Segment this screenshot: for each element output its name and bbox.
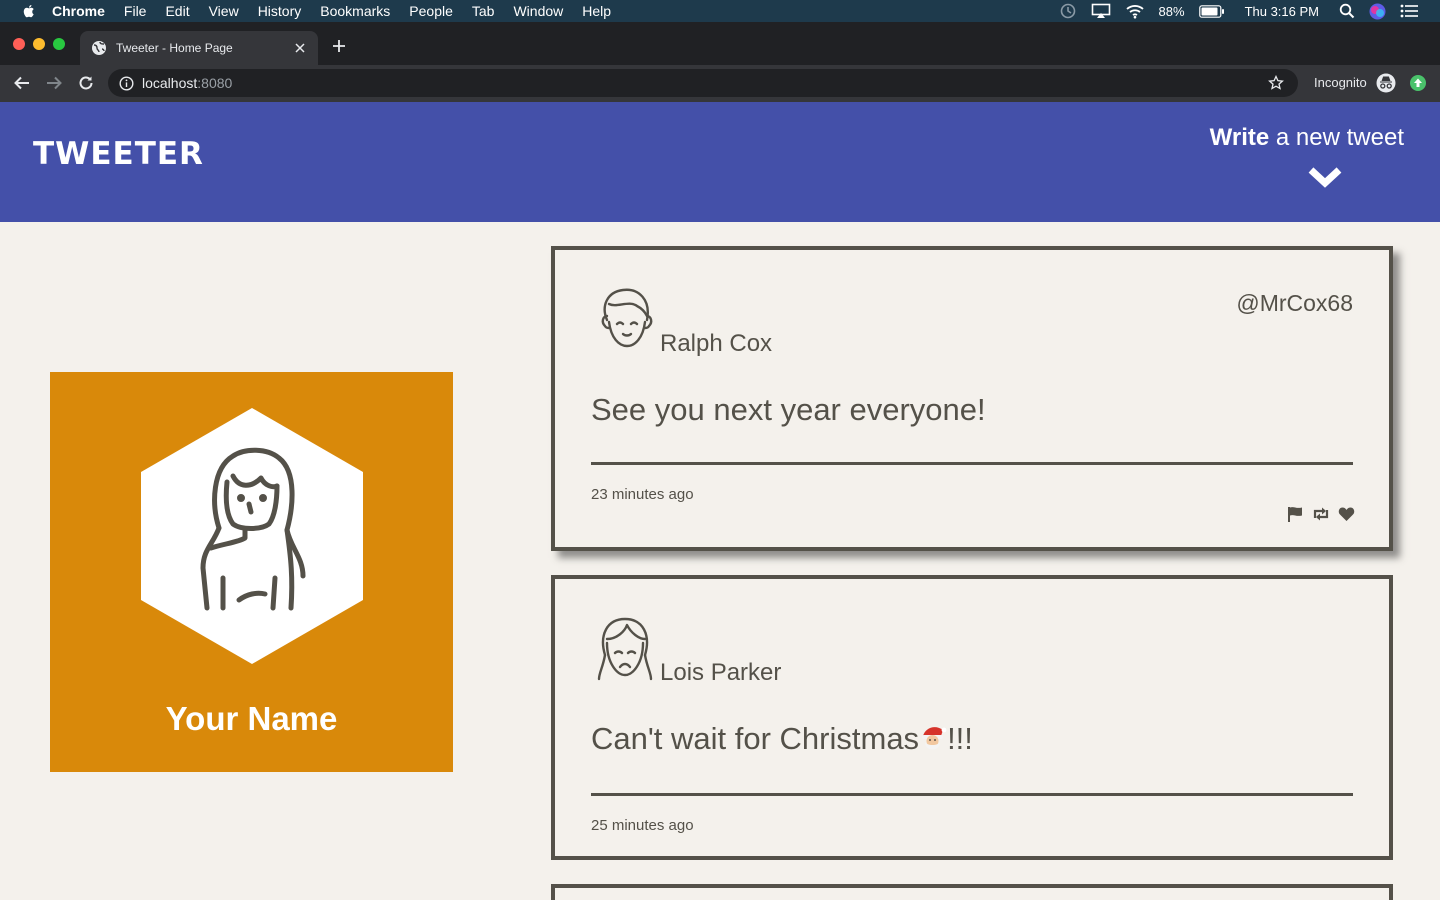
tweet-user-name: Lois Parker xyxy=(660,659,782,686)
retweet-icon[interactable] xyxy=(1311,506,1331,522)
tab-tweeter-home[interactable]: Tweeter - Home Page xyxy=(80,31,318,65)
tweet-user-handle: @MrCox68 xyxy=(1236,290,1353,316)
spotlight-search-icon[interactable] xyxy=(1339,3,1355,19)
tweet-user-name: Ralph Cox xyxy=(660,330,773,357)
menu-window[interactable]: Window xyxy=(513,3,563,19)
menu-history[interactable]: History xyxy=(258,3,302,19)
incognito-label[interactable]: Incognito xyxy=(1314,75,1367,90)
menu-tab[interactable]: Tab xyxy=(472,3,495,19)
notification-center-icon[interactable] xyxy=(1400,4,1418,18)
tweet-actions xyxy=(1280,506,1355,522)
tweet-divider xyxy=(591,793,1353,796)
airplay-icon[interactable] xyxy=(1091,3,1111,19)
battery-percent: 88% xyxy=(1158,3,1185,19)
bookmark-star-icon[interactable] xyxy=(1268,75,1284,91)
incognito-icon[interactable] xyxy=(1376,73,1396,93)
menu-view[interactable]: View xyxy=(209,3,239,19)
tweet-text: Can't wait for Christmas!!! xyxy=(591,721,973,757)
tweet-divider xyxy=(591,462,1353,465)
user-avatar-icon xyxy=(601,288,653,348)
menu-file[interactable]: File xyxy=(124,3,147,19)
tweet-timestamp: 23 minutes ago xyxy=(591,486,694,503)
tweet-card: Lois Parker Can't wait for Christmas!!! … xyxy=(551,575,1393,860)
forward-arrow-icon[interactable] xyxy=(45,74,63,92)
tweet-card: Ralph Cox @MrCox68 See you next year eve… xyxy=(551,246,1393,551)
status-area: 88% Thu 3:16 PM xyxy=(1059,0,1440,22)
siri-icon[interactable] xyxy=(1369,3,1386,20)
tab-close-icon[interactable] xyxy=(292,40,308,56)
window-minimize-button[interactable] xyxy=(33,38,45,50)
menu-people[interactable]: People xyxy=(409,3,453,19)
url-port: :8080 xyxy=(197,75,233,91)
tweet-timestamp: 25 minutes ago xyxy=(591,817,694,834)
battery-icon[interactable] xyxy=(1198,4,1225,18)
compose-rest-text: a new tweet xyxy=(1269,124,1404,151)
santa-emoji xyxy=(922,727,947,750)
wifi-icon[interactable] xyxy=(1125,3,1145,19)
compose-strong-text: Write xyxy=(1209,124,1270,151)
tweet-text: See you next year everyone! xyxy=(591,392,986,427)
url-host: localhost xyxy=(142,75,198,91)
window-close-button[interactable] xyxy=(13,38,25,50)
timemachine-icon[interactable] xyxy=(1059,2,1077,20)
menubar-clock[interactable]: Thu 3:16 PM xyxy=(1245,4,1319,19)
site-logo[interactable]: TWEETER xyxy=(33,136,204,172)
apple-icon[interactable] xyxy=(20,2,38,20)
profile-avatar xyxy=(141,408,363,664)
menu-edit[interactable]: Edit xyxy=(165,3,189,19)
user-avatar-icon xyxy=(597,617,653,681)
back-arrow-icon[interactable] xyxy=(13,74,31,92)
macos-menubar: Chrome File Edit View History Bookmarks … xyxy=(0,0,1440,22)
tweet-text-after: !!! xyxy=(947,721,973,756)
flag-icon[interactable] xyxy=(1287,506,1304,522)
chevron-down-icon[interactable] xyxy=(1307,166,1343,192)
menu-help[interactable]: Help xyxy=(582,3,611,19)
tweet-text-before: Can't wait for Christmas xyxy=(591,721,920,756)
compose-tweet-toggle[interactable]: Write a new tweet xyxy=(1210,124,1404,152)
heart-icon[interactable] xyxy=(1338,506,1355,522)
window-zoom-button[interactable] xyxy=(53,38,65,50)
browser-tabstrip: Tweeter - Home Page xyxy=(0,22,1440,65)
profile-name: Your Name xyxy=(165,700,338,737)
info-icon[interactable] xyxy=(119,75,134,91)
menu-app-chrome[interactable]: Chrome xyxy=(52,3,105,19)
tab-title: Tweeter - Home Page xyxy=(116,41,233,55)
address-bar[interactable]: localhost:8080 xyxy=(108,69,1298,97)
reload-icon[interactable] xyxy=(77,74,95,92)
site-header: TWEETER Write a new tweet xyxy=(0,102,1440,222)
menu-bookmarks[interactable]: Bookmarks xyxy=(320,3,390,19)
tweet-card xyxy=(551,884,1393,900)
update-extension-icon[interactable] xyxy=(1410,75,1426,91)
new-tab-icon[interactable] xyxy=(331,38,347,54)
browser-toolbar: localhost:8080 Incognito xyxy=(0,65,1440,102)
profile-card: Your Name xyxy=(50,372,453,772)
globe-icon xyxy=(92,41,106,55)
